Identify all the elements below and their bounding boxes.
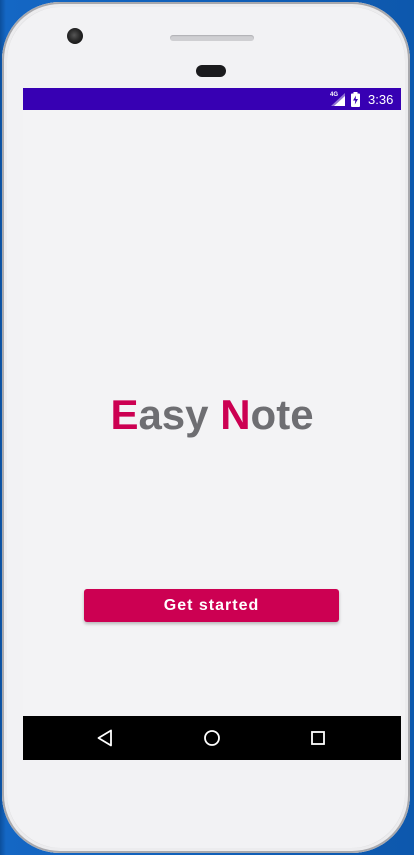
title-part-asy: asy	[138, 391, 221, 438]
status-bar: 4G 3:36	[23, 88, 401, 110]
title-letter-e: E	[110, 391, 139, 438]
title-letter-n: N	[220, 391, 251, 438]
proximity-sensor	[196, 65, 226, 77]
get-started-button[interactable]: Get started	[84, 589, 339, 622]
title-part-ote: ote	[250, 391, 314, 438]
signal-icon	[331, 93, 345, 106]
home-icon[interactable]	[200, 726, 224, 750]
navigation-bar	[23, 716, 401, 760]
back-icon[interactable]	[93, 726, 117, 750]
earpiece-speaker	[170, 35, 254, 41]
status-clock: 3:36	[368, 92, 394, 107]
recents-icon[interactable]	[306, 726, 330, 750]
battery-icon	[351, 92, 360, 107]
device-screen: 4G 3:36 Easy Note Get started	[23, 88, 401, 760]
phone-frame: 4G 3:36 Easy Note Get started	[2, 2, 410, 853]
app-title: Easy Note	[23, 390, 401, 440]
front-camera	[67, 28, 83, 44]
